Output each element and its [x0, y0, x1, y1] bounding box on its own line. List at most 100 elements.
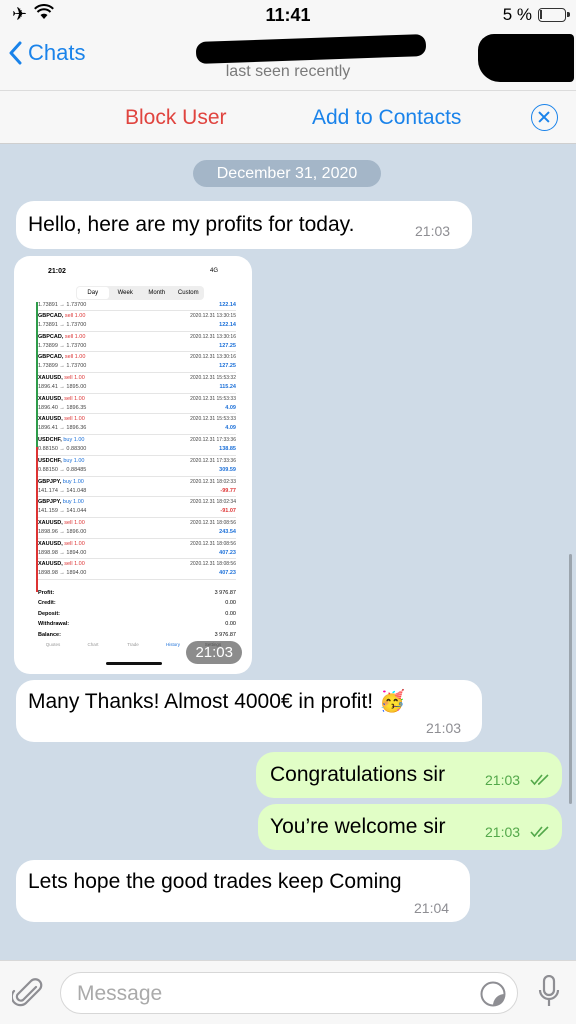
- message-text: Lets hope the good trades keep Coming: [28, 870, 402, 893]
- shot-datetime: 2020.12.31 13:30:15: [190, 313, 236, 319]
- message-field[interactable]: [60, 972, 518, 1014]
- shot-symbol: USDCHF, buy 1.00: [38, 437, 85, 444]
- shot-pl: 115.24: [219, 384, 236, 391]
- shot-symbol: XAUUSD, sell 1.00: [38, 375, 85, 382]
- shot-status-time: 21:02: [48, 268, 66, 275]
- shot-symbol: USDCHF, buy 1.00: [38, 457, 85, 464]
- shot-price: 141.159 → 141.044: [38, 508, 87, 515]
- shot-price: 141.174 → 141.048: [38, 487, 87, 494]
- shot-side: sell 1.00: [64, 313, 86, 319]
- shot-summary-value: 3 976.87: [214, 631, 236, 638]
- shot-price: 1896.41 → 1896.36: [38, 425, 87, 432]
- shot-bottom-tab: Chart: [87, 642, 99, 647]
- paperclip-icon[interactable]: [12, 977, 44, 1011]
- shot-price: 1.73899 → 1.73700: [38, 342, 87, 349]
- shot-trade-row: XAUUSD, sell 1.00 1898.96 → 1896.00 2020.1…: [38, 518, 236, 539]
- shot-side: sell 1.00: [64, 333, 86, 340]
- message-incoming[interactable]: Lets hope the good trades keep Coming 21…: [16, 860, 470, 922]
- shot-price: 0.88150 → 0.88485: [38, 466, 87, 473]
- shot-price: 1.73891 → 1.73700: [38, 322, 87, 328]
- action-bar: Block User Add to Contacts: [0, 90, 576, 144]
- shot-tab: Week: [117, 290, 133, 296]
- shot-price: 1898.98 → 1894.00: [38, 570, 87, 577]
- status-time: 11:41: [265, 5, 311, 25]
- shot-trade-row: XAUUSD, sell 1.00 1898.98 → 1894.00 2020.1…: [38, 559, 236, 580]
- read-check-icon: [530, 774, 549, 786]
- shot-symbol: GBPCAD, sell 1.00: [38, 354, 86, 361]
- shot-tab: Custom: [177, 290, 199, 296]
- shot-datetime: 2020.12.31 15:53:33: [190, 395, 236, 402]
- shot-pl: 407.23: [219, 570, 236, 577]
- redacted-avatar[interactable]: [478, 34, 574, 82]
- shot-summary-label: Withdrawal:: [38, 621, 70, 628]
- shot-period-tabs: Day Week Month Custom: [76, 286, 204, 300]
- scrollbar[interactable]: [569, 554, 572, 804]
- message-time: 21:04: [414, 900, 450, 916]
- status-bar: ✈ 11:41 5 %: [0, 0, 576, 30]
- battery-percent: 5 %: [502, 5, 532, 24]
- shot-datetime: 2020.12.31 17:33:36: [190, 437, 236, 444]
- shot-trade-row: GBPCAD, sell 1.00 1.73899 → 1.73700 2020.1…: [38, 332, 236, 353]
- shot-summary-value: 0.00: [225, 600, 236, 607]
- shot-pl: 309.59: [219, 466, 236, 473]
- message-incoming[interactable]: Hello, here are my profits for today. 21…: [16, 201, 472, 249]
- shot-tab: Month: [148, 290, 166, 296]
- shot-trade-list: 1.73891 → 1.73700 122.14 GBPCAD, sell 1.…: [38, 302, 236, 580]
- shot-summary-label: Deposit:: [38, 610, 60, 617]
- close-icon[interactable]: [531, 104, 558, 131]
- shot-pl: -91.07: [220, 508, 236, 515]
- message-outgoing[interactable]: You’re welcome sir 21:03: [258, 804, 562, 850]
- message-text: Many Thanks! Almost 4000€ in profit! 🥳: [28, 690, 406, 713]
- shot-side: sell 1.00: [64, 395, 85, 402]
- message-text: Congratulations sir: [270, 763, 446, 786]
- block-user-button[interactable]: Block User: [125, 106, 227, 130]
- battery-icon: [538, 8, 570, 22]
- message-input[interactable]: [77, 981, 457, 1007]
- shot-trade-row: GBPCAD, sell 1.00 1.73891 → 1.73700 2020.1…: [38, 311, 236, 332]
- shot-summary-label: Profit:: [38, 590, 55, 596]
- shot-trade-row: XAUUSD, sell 1.00 1896.41 → 1895.00 2020.1…: [38, 373, 236, 394]
- shot-side: buy 1.00: [63, 457, 85, 464]
- message-incoming[interactable]: Many Thanks! Almost 4000€ in profit! 🥳 2…: [16, 680, 482, 742]
- shot-summary-row: Profit: 3 976.87: [38, 590, 236, 600]
- shot-datetime: 2020.12.31 13:30:16: [190, 354, 236, 361]
- shot-price: 1.73891 → 1.73700: [38, 302, 87, 308]
- read-check-icon: [530, 826, 549, 838]
- add-to-contacts-button[interactable]: Add to Contacts: [312, 106, 461, 130]
- shot-datetime: 2020.12.31 15:53:33: [190, 416, 236, 423]
- redacted-contact-name[interactable]: [195, 33, 427, 65]
- shot-side: sell 1.00: [64, 416, 85, 423]
- shot-side: sell 1.00: [64, 540, 85, 547]
- message-image[interactable]: 21:02 4G Day Week Month Custom 1.73891 →…: [14, 256, 252, 674]
- message-time: 21:03: [415, 223, 451, 239]
- date-header: December 31, 2020: [193, 160, 381, 187]
- shot-pl: -99.77: [220, 487, 236, 494]
- shot-price: 0.88150 → 0.88300: [38, 446, 87, 453]
- shot-side: buy 1.00: [62, 499, 84, 506]
- shot-datetime: 2020.12.31 17:33:36: [190, 457, 236, 464]
- shot-trade-row: USDCHF, buy 1.00 0.88150 → 0.88300 2020.12…: [38, 435, 236, 456]
- shot-trade-row: USDCHF, buy 1.00 0.88150 → 0.88485 2020.12…: [38, 456, 236, 477]
- shot-price: 1896.41 → 1895.00: [38, 384, 87, 391]
- shot-symbol: XAUUSD, sell 1.00: [38, 416, 85, 423]
- shot-symbol: GBPJPY, buy 1.00: [38, 499, 84, 506]
- shot-trade-row: GBPCAD, sell 1.00 1.73899 → 1.73700 2020.1…: [38, 352, 236, 374]
- shot-symbol: XAUUSD, sell 1.00: [38, 395, 85, 402]
- shot-summary-value: 0.00: [225, 610, 236, 617]
- chat-area[interactable]: December 31, 2020 Hello, here are my pro…: [0, 144, 576, 960]
- shot-price: 1896.40 → 1896.35: [38, 404, 87, 411]
- message-time: 21:03: [426, 720, 462, 736]
- message-time: 21:03: [485, 824, 521, 840]
- sticker-icon[interactable]: [479, 980, 507, 1008]
- shot-datetime: 2020.12.31 13:30:16: [190, 333, 236, 340]
- shot-datetime: 2020.12.31 18:08:56: [190, 519, 236, 526]
- message-outgoing[interactable]: Congratulations sir 21:03: [256, 752, 562, 798]
- shot-summary-row: Credit: 0.00: [38, 600, 236, 610]
- shot-pl: 122.14: [219, 322, 236, 328]
- microphone-icon[interactable]: [538, 975, 560, 1009]
- shot-side: sell 1.00: [64, 519, 85, 526]
- shot-pl: 138.85: [219, 446, 236, 453]
- shot-summary-label: Credit:: [38, 600, 56, 607]
- shot-symbol: XAUUSD, sell 1.00: [38, 540, 85, 547]
- shot-trade-row: GBPJPY, buy 1.00 141.174 → 141.048 2020.12…: [38, 477, 236, 498]
